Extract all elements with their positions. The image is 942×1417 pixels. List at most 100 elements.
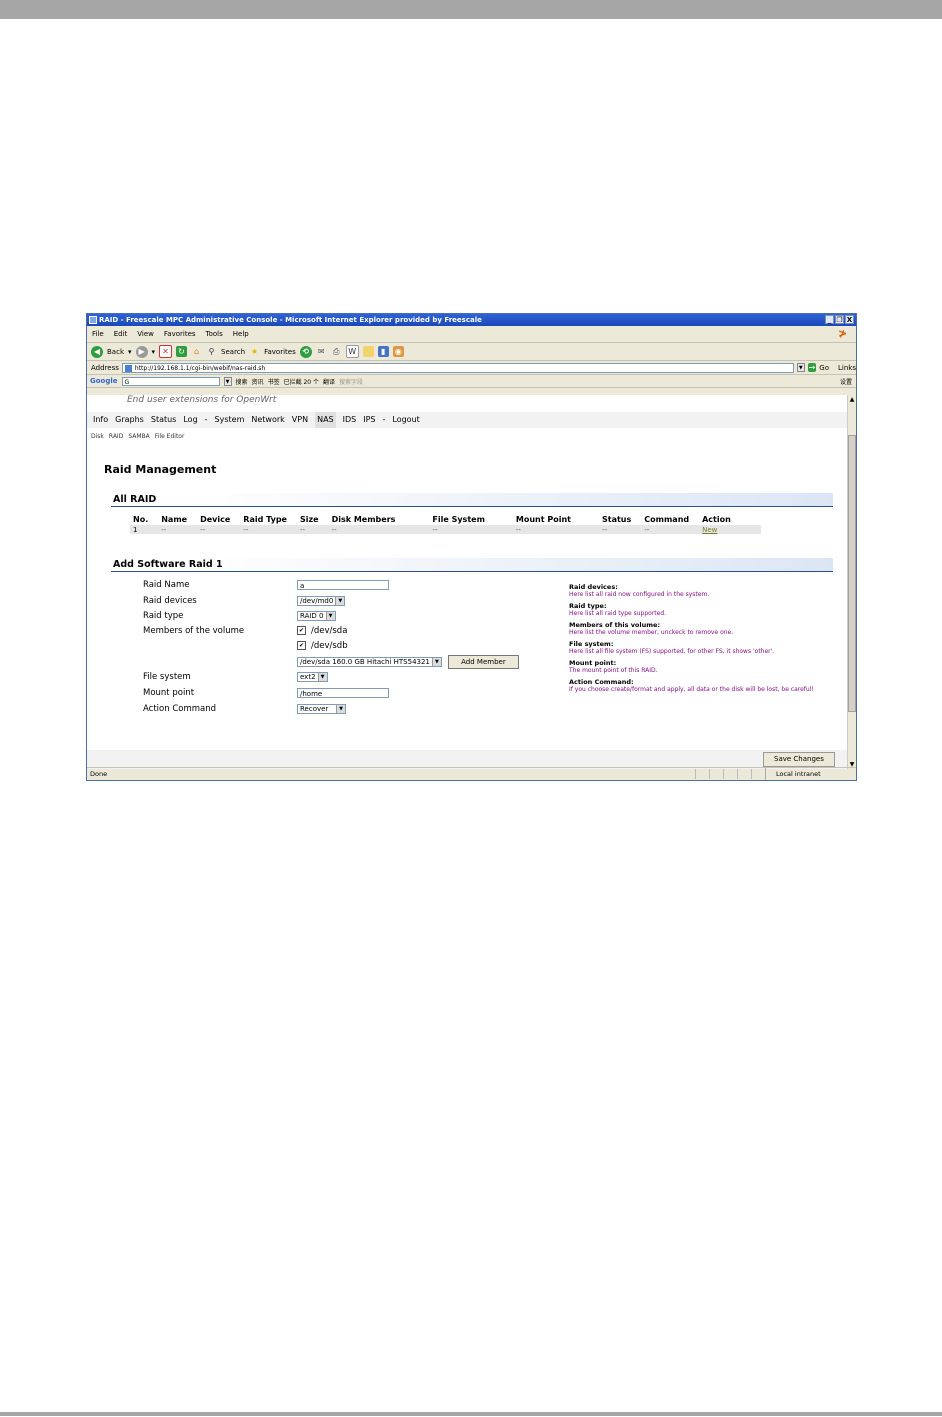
nav-status[interactable]: Status <box>151 412 177 428</box>
go-arrow-icon[interactable]: → <box>807 363 817 372</box>
status-bar: Done Local intranet <box>87 767 856 780</box>
cell-status: -- <box>598 525 642 534</box>
help-text: Here list all raid now configured in the… <box>569 591 710 598</box>
google-settings-button[interactable]: 设置 <box>840 377 852 386</box>
security-zone: Local intranet <box>765 768 821 780</box>
col-command: Command <box>644 514 690 524</box>
page-icon <box>124 364 132 372</box>
menu-edit[interactable]: Edit <box>114 326 128 342</box>
save-changes-button[interactable]: Save Changes <box>763 752 835 767</box>
file-system-value: ext2 <box>300 673 316 681</box>
address-input[interactable]: http://192.168.1.1/cgi-bin/webif/nas-rai… <box>121 362 794 373</box>
google-search-button[interactable]: 搜索 <box>236 377 248 386</box>
main-nav: Info Graphs Status Log - System Network … <box>87 412 847 428</box>
raid-type-value: RAID 0 <box>300 612 324 620</box>
help-title: Raid devices: <box>569 583 618 591</box>
mail-icon[interactable]: ✉ <box>316 346 327 357</box>
chevron-down-icon: ▼ <box>431 658 441 666</box>
menu-file[interactable]: File <box>92 326 104 342</box>
subnav-disk[interactable]: Disk <box>91 433 104 440</box>
history-icon[interactable]: ⟲ <box>299 345 312 358</box>
close-button[interactable]: X <box>845 315 854 324</box>
nav-nas[interactable]: NAS <box>315 412 336 428</box>
print-icon[interactable]: ⎙ <box>331 346 342 357</box>
edit-word-icon[interactable]: W <box>345 345 359 358</box>
nav-log[interactable]: Log <box>183 412 197 428</box>
page-footer-line <box>0 1412 942 1416</box>
google-news-button[interactable]: 资讯 <box>252 377 264 386</box>
nav-network[interactable]: Network <box>251 412 284 428</box>
members-label: Members of the volume <box>143 626 245 636</box>
nav-info[interactable]: Info <box>93 412 108 428</box>
disk-select[interactable]: /dev/sda 160.0 GB Hitachi HTS54321 ▼ <box>297 657 442 667</box>
vertical-scrollbar[interactable]: ▲ ▼ <box>847 395 856 769</box>
forward-dropdown-icon[interactable]: ▾ <box>152 348 156 356</box>
address-dropdown-icon[interactable]: ▼ <box>796 363 805 372</box>
cell-file-system: -- <box>429 525 513 534</box>
messenger-icon[interactable]: ▮ <box>377 346 389 357</box>
google-search-input[interactable]: G <box>121 376 220 386</box>
file-system-select[interactable]: ext2 ▼ <box>297 672 328 682</box>
google-bookmarks-button[interactable]: 书签 <box>268 377 280 386</box>
sub-nav: Disk RAID SAMBA File Editor <box>91 433 184 440</box>
raid-type-select[interactable]: RAID 0 ▼ <box>297 611 336 621</box>
home-icon[interactable]: ⌂ <box>191 346 202 357</box>
freescale-logo-icon: ≯ <box>838 327 848 340</box>
favorites-button[interactable]: Favorites <box>264 348 296 356</box>
nav-graphs[interactable]: Graphs <box>115 412 144 428</box>
member-sdb-checkbox[interactable]: ✔ <box>297 641 306 650</box>
menu-favorites[interactable]: Favorites <box>164 326 196 342</box>
help-title: File system: <box>569 640 614 648</box>
popup-blocked-button[interactable]: 已拦截 20 个 <box>284 377 319 386</box>
research-icon[interactable]: ◉ <box>392 346 404 357</box>
restore-button[interactable]: ❐ <box>835 315 844 324</box>
subnav-file-editor[interactable]: File Editor <box>155 433 185 440</box>
raid-devices-select[interactable]: /dev/md0 ▼ <box>297 596 346 606</box>
minimize-button[interactable]: _ <box>825 315 834 324</box>
subnav-samba[interactable]: SAMBA <box>128 433 149 440</box>
discuss-icon[interactable] <box>362 346 374 357</box>
google-search-dropdown-icon[interactable]: ▼ <box>223 376 232 386</box>
nav-ids[interactable]: IDS <box>343 412 357 428</box>
google-translate-button[interactable]: 翻译 <box>323 377 335 386</box>
search-icon[interactable]: ⚲ <box>206 346 217 357</box>
nav-logout[interactable]: Logout <box>392 412 419 428</box>
refresh-icon[interactable]: ↻ <box>176 346 188 357</box>
col-disk-members: Disk Members <box>331 514 396 524</box>
subnav-raid[interactable]: RAID <box>109 433 123 440</box>
raid-name-label: Raid Name <box>143 580 190 590</box>
add-member-button[interactable]: Add Member <box>448 655 519 669</box>
go-button[interactable]: Go <box>819 364 829 372</box>
action-command-select[interactable]: Recover ▼ <box>297 704 346 714</box>
address-url: http://192.168.1.1/cgi-bin/webif/nas-rai… <box>134 364 266 372</box>
scrollbar-thumb[interactable] <box>848 435 856 712</box>
raid-name-input[interactable]: a <box>297 580 389 590</box>
menu-view[interactable]: View <box>137 326 154 342</box>
forward-arrow-icon[interactable]: ▶ <box>135 345 148 358</box>
raid-table: No. Name Device Raid Type Size Disk Memb… <box>130 513 761 534</box>
new-raid-link[interactable]: New <box>702 526 717 534</box>
search-button[interactable]: Search <box>221 348 245 356</box>
address-label: Address <box>91 363 119 372</box>
google-search-field-button[interactable]: 搜索字段 <box>339 377 363 386</box>
page-header-bar <box>0 0 942 19</box>
scroll-up-icon[interactable]: ▲ <box>848 395 856 404</box>
links-button[interactable]: Links <box>838 364 856 372</box>
member-sda-label: /dev/sda <box>311 626 348 636</box>
cell-action: New <box>699 525 761 534</box>
mount-point-input[interactable]: /home <box>297 688 389 698</box>
back-arrow-icon[interactable]: ◀ <box>91 345 103 358</box>
menu-help[interactable]: Help <box>233 326 249 342</box>
favorites-star-icon[interactable]: ★ <box>249 346 260 357</box>
cell-disk-members: -- <box>328 525 430 534</box>
nav-vpn[interactable]: VPN <box>292 412 308 428</box>
disk-select-value: /dev/sda 160.0 GB Hitachi HTS54321 <box>300 658 430 666</box>
back-dropdown-icon[interactable]: ▾ <box>128 348 132 356</box>
nav-ips[interactable]: IPS <box>363 412 375 428</box>
cell-name: -- <box>158 525 198 534</box>
nav-system[interactable]: System <box>215 412 245 428</box>
member-sda-checkbox[interactable]: ✔ <box>297 626 306 635</box>
back-button[interactable]: Back <box>107 348 124 356</box>
stop-icon[interactable]: ✕ <box>159 345 173 358</box>
menu-tools[interactable]: Tools <box>206 326 223 342</box>
